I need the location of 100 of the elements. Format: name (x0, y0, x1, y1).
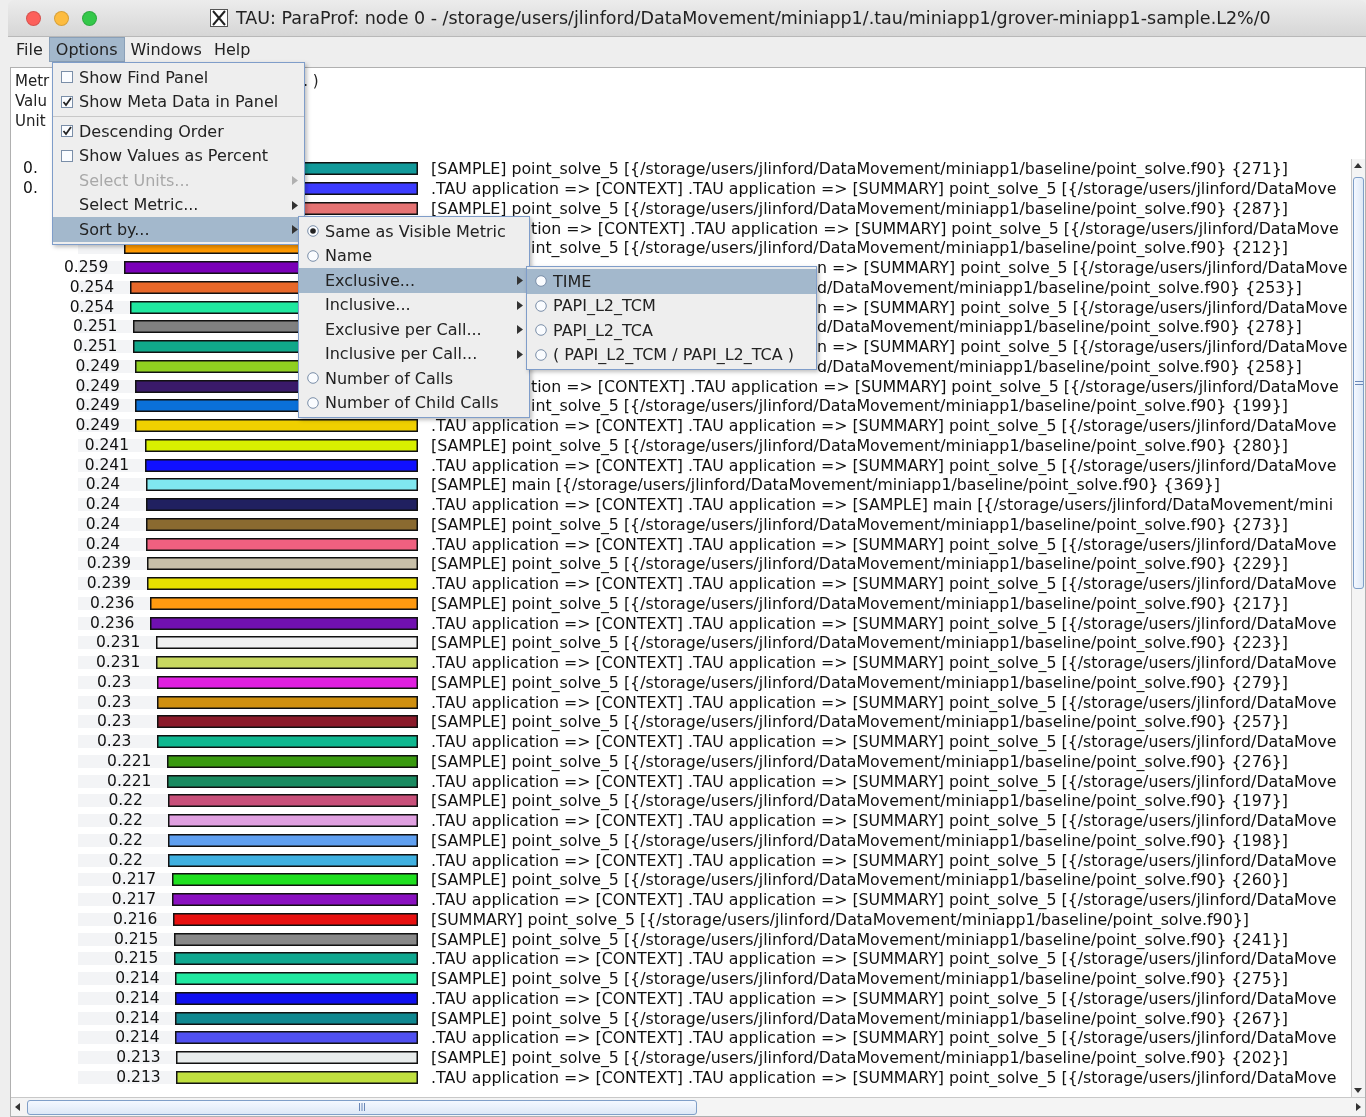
menu-item[interactable]: Number of Child Calls (299, 390, 529, 415)
close-button[interactable] (26, 10, 41, 26)
vertical-scrollbar[interactable] (1351, 159, 1365, 1097)
maximize-button[interactable] (82, 10, 97, 26)
radio-button[interactable] (307, 372, 319, 384)
function-label: .TAU application => [CONTEXT] .TAU application => [SUMMARY] point_solve_5 [{/storage/users/jlinford/DataMove (431, 949, 1337, 969)
value-text: 0.259 (63, 258, 110, 278)
function-label: [SAMPLE] point_solve_5 [{/storage/users/jlinford/DataMovement/miniapp1/baseline/point_solve.f90} {217}] (431, 593, 1288, 613)
radio-button[interactable] (307, 225, 319, 237)
radio-button[interactable] (535, 324, 547, 336)
menu-item[interactable]: PAPI_L2_TCA (527, 318, 816, 343)
menu-item[interactable]: Inclusive... (299, 292, 529, 317)
function-label: .TAU application => [CONTEXT] .TAU application => [SUMMARY] point_solve_5 [{/storage/users/jlinford/DataMove (431, 1028, 1337, 1048)
function-label: tion => [CONTEXT] .TAU application => [SUMMARY] point_solve_5 [{/storage/users/jlinford/DataMove (531, 376, 1339, 396)
value-text: 0.249 (75, 376, 121, 396)
radio-button[interactable] (307, 249, 319, 262)
value-text: 0.254 (69, 277, 116, 297)
scrollbar-thumb[interactable] (1353, 177, 1364, 589)
metadata-text: . ) (303, 71, 319, 91)
value-text: 0.213 (116, 1048, 162, 1068)
submenu-arrow-icon (517, 325, 523, 334)
function-label: n => [SUMMARY] point_solve_5 [{/storage/users/jlinford/DataMove (817, 258, 1348, 278)
value-text: 0.217 (111, 890, 158, 910)
menu-item[interactable]: Exclusive... (299, 268, 529, 293)
submenu-arrow-icon (517, 349, 523, 359)
checkbox[interactable] (61, 125, 73, 137)
menu-item[interactable]: Number of Calls (299, 366, 529, 391)
value-text: 0.213 (116, 1067, 162, 1087)
value-text: 0.217 (111, 870, 158, 890)
function-label: [SAMPLE] point_solve_5 [{/storage/users/jlinford/DataMovement/miniapp1/baseline/point_solve.f90} {279}] (431, 672, 1288, 692)
value-text: 0.236 (90, 613, 136, 633)
value-text: 0. (23, 159, 39, 179)
radio-button[interactable] (535, 275, 547, 287)
menu-title[interactable]: Options (48, 37, 125, 62)
window-title: TAU: ParaProf: node 0 - /storage/users/jlinford/DataMovement/miniapp1/.tau/miniapp1/grover-miniapp1-sample.L2%/0 (236, 8, 1271, 28)
value-text: 0.241 (84, 455, 130, 475)
value-text: 0.239 (86, 554, 133, 574)
value-text: 0.214 (115, 969, 161, 989)
menu-title[interactable]: File (10, 37, 49, 62)
value-text: 0.249 (75, 416, 121, 436)
function-label: n => [SUMMARY] point_solve_5 [{/storage/users/jlinford/DataMove (817, 337, 1348, 357)
radio-button[interactable] (535, 348, 547, 361)
function-label: d/DataMovement/miniapp1/baseline/point_solve.f90} {278}] (817, 317, 1302, 337)
function-label: [SAMPLE] point_solve_5 [{/storage/users/jlinford/DataMovement/miniapp1/baseline/point_solve.f90} {198}] (431, 830, 1288, 850)
function-label: [SAMPLE] point_solve_5 [{/storage/users/jlinford/DataMovement/miniapp1/baseline/point_solve.f90} {273}] (431, 514, 1288, 534)
function-label: [SAMPLE] point_solve_5 [{/storage/users/jlinford/DataMovement/miniapp1/baseline/point_solve.f90} {257}] (431, 712, 1288, 732)
value-text: 0.22 (108, 791, 144, 811)
value-text: 0.23 (96, 672, 133, 692)
menu-item[interactable]: Descending Order (53, 119, 304, 144)
value-text: 0.23 (96, 692, 133, 712)
submenu-arrow-icon (292, 225, 298, 234)
function-label: .TAU application => [CONTEXT] .TAU application => [SUMMARY] point_solve_5 [{/storage/users/jlinford/DataMove (431, 811, 1337, 831)
function-label: [SAMPLE] point_solve_5 [{/storage/users/jlinford/DataMovement/miniapp1/baseline/point_solve.f90} {223}] (431, 633, 1288, 653)
metadata-text: Valu (15, 91, 47, 111)
function-label: n => [SUMMARY] point_solve_5 [{/storage/users/jlinford/DataMove (817, 297, 1348, 317)
menu-item[interactable]: Select Metric... (53, 192, 304, 217)
value-text: 0.231 (95, 653, 142, 673)
x-window-icon (210, 9, 228, 27)
function-label: d/DataMovement/miniapp1/baseline/point_solve.f90} {258}] (817, 356, 1302, 376)
menu-item[interactable]: Show Find Panel (53, 65, 304, 90)
function-label: int_solve_5 [{/storage/users/jlinford/DataMovement/miniapp1/baseline/point_solve.f90} {212}] (531, 238, 1288, 258)
metadata-text: Metr (15, 71, 50, 91)
value-text: 0.23 (96, 732, 133, 752)
menu-item[interactable]: Inclusive per Call... (299, 341, 529, 366)
radio-button[interactable] (535, 299, 547, 312)
function-label: [SAMPLE] point_solve_5 [{/storage/users/jlinford/DataMovement/miniapp1/baseline/point_solve.f90} {241}] (431, 929, 1288, 949)
value-text: 0.239 (86, 574, 133, 594)
radio-button[interactable] (307, 396, 319, 409)
checkbox[interactable] (61, 95, 73, 108)
menu-item[interactable]: PAPI_L2_TCM (527, 293, 816, 318)
value-text: 0.22 (108, 830, 144, 850)
function-label: [SAMPLE] point_solve_5 [{/storage/users/jlinford/DataMovement/miniapp1/baseline/point_solve.f90} {197}] (431, 791, 1288, 811)
function-label: .TAU application => [CONTEXT] .TAU application => [SUMMARY] point_solve_5 [{/storage/users/jlinford/DataMove (431, 574, 1337, 594)
value-text: 0.231 (95, 633, 142, 653)
function-label: .TAU application => [CONTEXT] .TAU application => [SUMMARY] point_solve_5 [{/storage/users/jlinford/DataMove (431, 692, 1337, 712)
function-label: tion => [CONTEXT] .TAU application => [SUMMARY] point_solve_5 [{/storage/users/jlinford/DataMove (531, 218, 1339, 238)
value-text: 0.251 (73, 317, 119, 337)
menu-title[interactable]: Windows (124, 37, 208, 62)
function-label: int_solve_5 [{/storage/users/jlinford/DataMovement/miniapp1/baseline/point_solve.f90} {199}] (531, 396, 1288, 416)
minimize-button[interactable] (54, 10, 69, 26)
function-label: .TAU application => [CONTEXT] .TAU application => [SUMMARY] point_solve_5 [{/storage/users/jlinford/DataMove (431, 653, 1337, 673)
scrollbar-thumb[interactable] (27, 1099, 697, 1115)
function-label: .TAU application => [CONTEXT] .TAU application => [SUMMARY] point_solve_5 [{/storage/users/jlinford/DataMove (431, 771, 1337, 791)
function-label: [SAMPLE] point_solve_5 [{/storage/users/jlinford/DataMovement/miniapp1/baseline/point_solve.f90} {276}] (431, 751, 1288, 771)
checkbox[interactable] (61, 71, 73, 83)
function-label: [SAMPLE] point_solve_5 [{/storage/users/jlinford/DataMovement/miniapp1/baseline/point_solve.f90} {267}] (431, 1008, 1288, 1028)
function-label: [SUMMARY] point_solve_5 [{/storage/users/jlinford/DataMovement/miniapp1/baseline/point_solve.f90}] (431, 909, 1249, 929)
menu-title[interactable]: Help (207, 37, 257, 62)
menu-item[interactable]: Show Meta Data in Panel (53, 89, 304, 114)
value-text: 0.24 (85, 495, 122, 515)
menu-item[interactable]: ( PAPI_L2_TCM / PAPI_L2_TCA ) (527, 342, 816, 367)
function-label: .TAU application => [CONTEXT] .TAU application => [SUMMARY] point_solve_5 [{/storage/users/jlinford/DataMove (431, 534, 1337, 554)
menu-item[interactable]: Show Values as Percent (53, 143, 304, 168)
menu-item[interactable]: Exclusive per Call... (299, 317, 529, 342)
menu-item[interactable]: Name (299, 243, 529, 268)
horizontal-scrollbar[interactable] (11, 1097, 1365, 1116)
checkbox[interactable] (61, 149, 73, 162)
value-text: 0.221 (107, 751, 153, 771)
menu-item[interactable]: TIME (527, 269, 816, 294)
value-text: 0.23 (96, 712, 133, 732)
